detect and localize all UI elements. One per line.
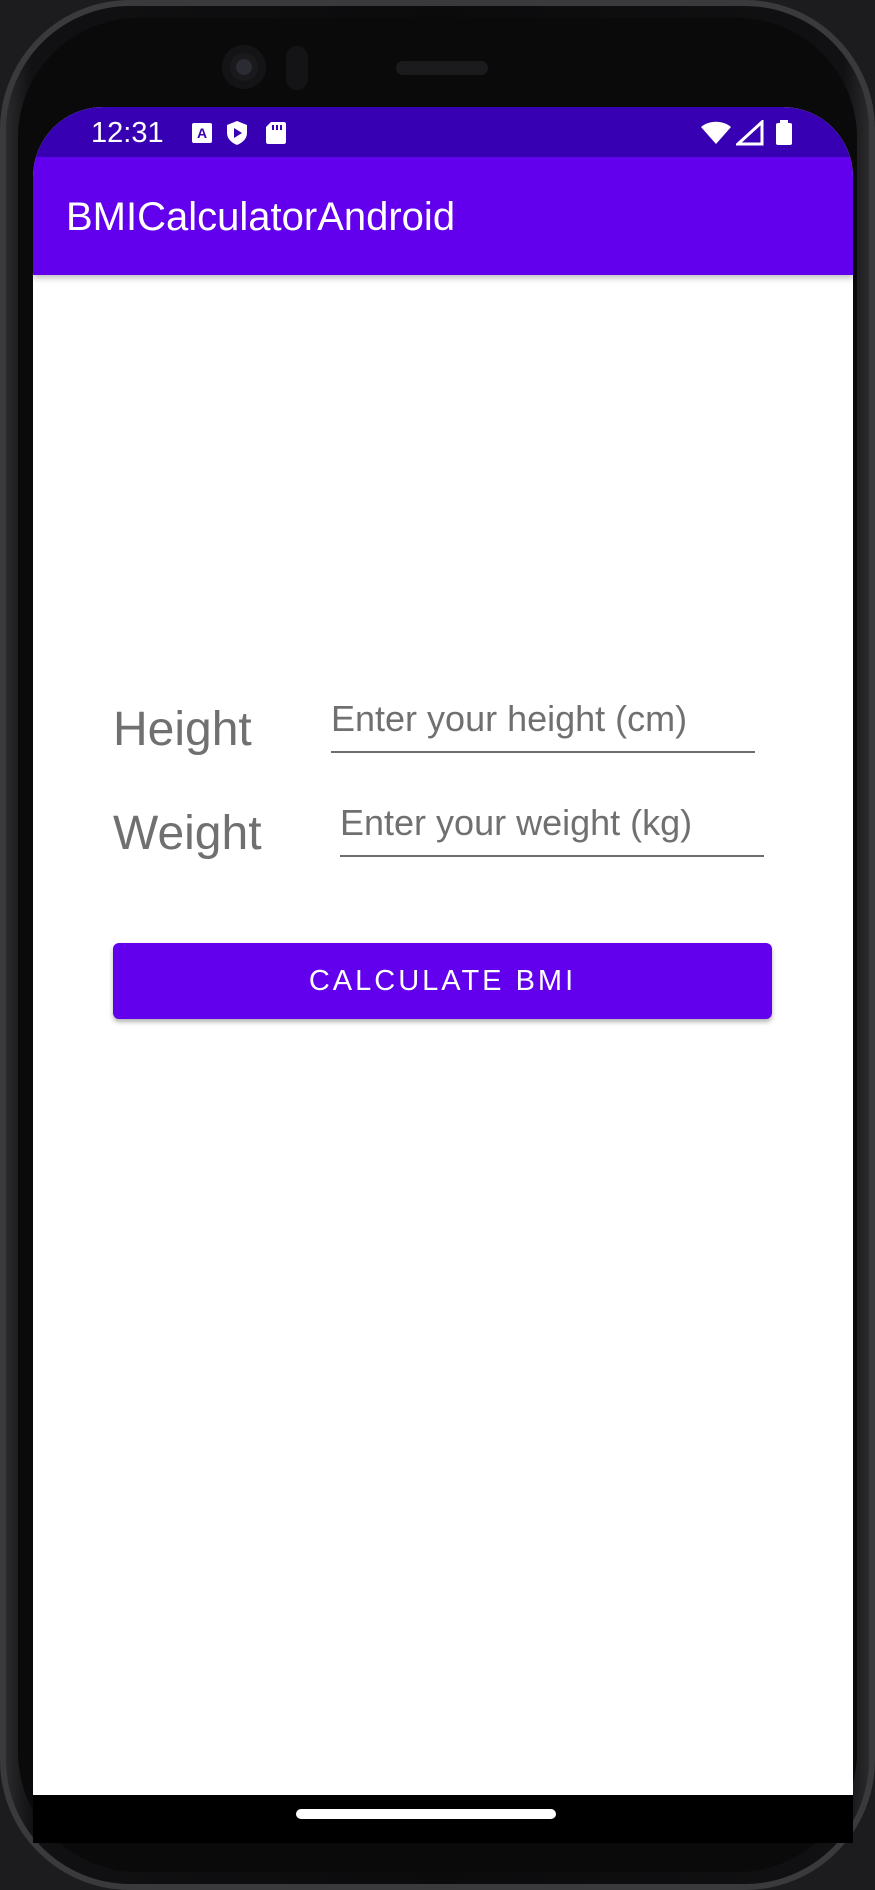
- weight-label: Weight: [113, 807, 262, 860]
- earpiece-speaker: [396, 61, 488, 75]
- main-content: Height Weight CALCULATE BMI: [33, 275, 853, 1775]
- status-time: 12:31: [91, 117, 164, 149]
- wifi-icon: [701, 121, 731, 144]
- signal-icon: [736, 120, 764, 146]
- front-camera: [222, 45, 266, 89]
- height-field-container: [331, 691, 755, 753]
- home-gesture-handle[interactable]: [296, 1809, 556, 1819]
- app-title: BMICalculatorAndroid: [66, 195, 456, 239]
- app-bar: BMICalculatorAndroid: [33, 157, 853, 275]
- svg-text:A: A: [197, 125, 207, 141]
- a-notification-icon: A: [192, 123, 212, 143]
- status-bar: 12:31 A: [33, 107, 853, 157]
- height-input[interactable]: [331, 691, 755, 747]
- height-label: Height: [113, 703, 252, 756]
- weight-input[interactable]: [340, 795, 764, 851]
- calculate-bmi-button[interactable]: CALCULATE BMI: [113, 943, 772, 1019]
- device-screen: 12:31 A BMICalculatorAndroid Height Ente…: [33, 107, 853, 1842]
- shield-play-icon: [227, 121, 247, 145]
- sd-card-icon: [266, 122, 286, 144]
- battery-icon: [776, 120, 792, 145]
- weight-field-container: [340, 795, 764, 857]
- proximity-sensor: [286, 46, 308, 90]
- navigation-bar: [33, 1795, 853, 1843]
